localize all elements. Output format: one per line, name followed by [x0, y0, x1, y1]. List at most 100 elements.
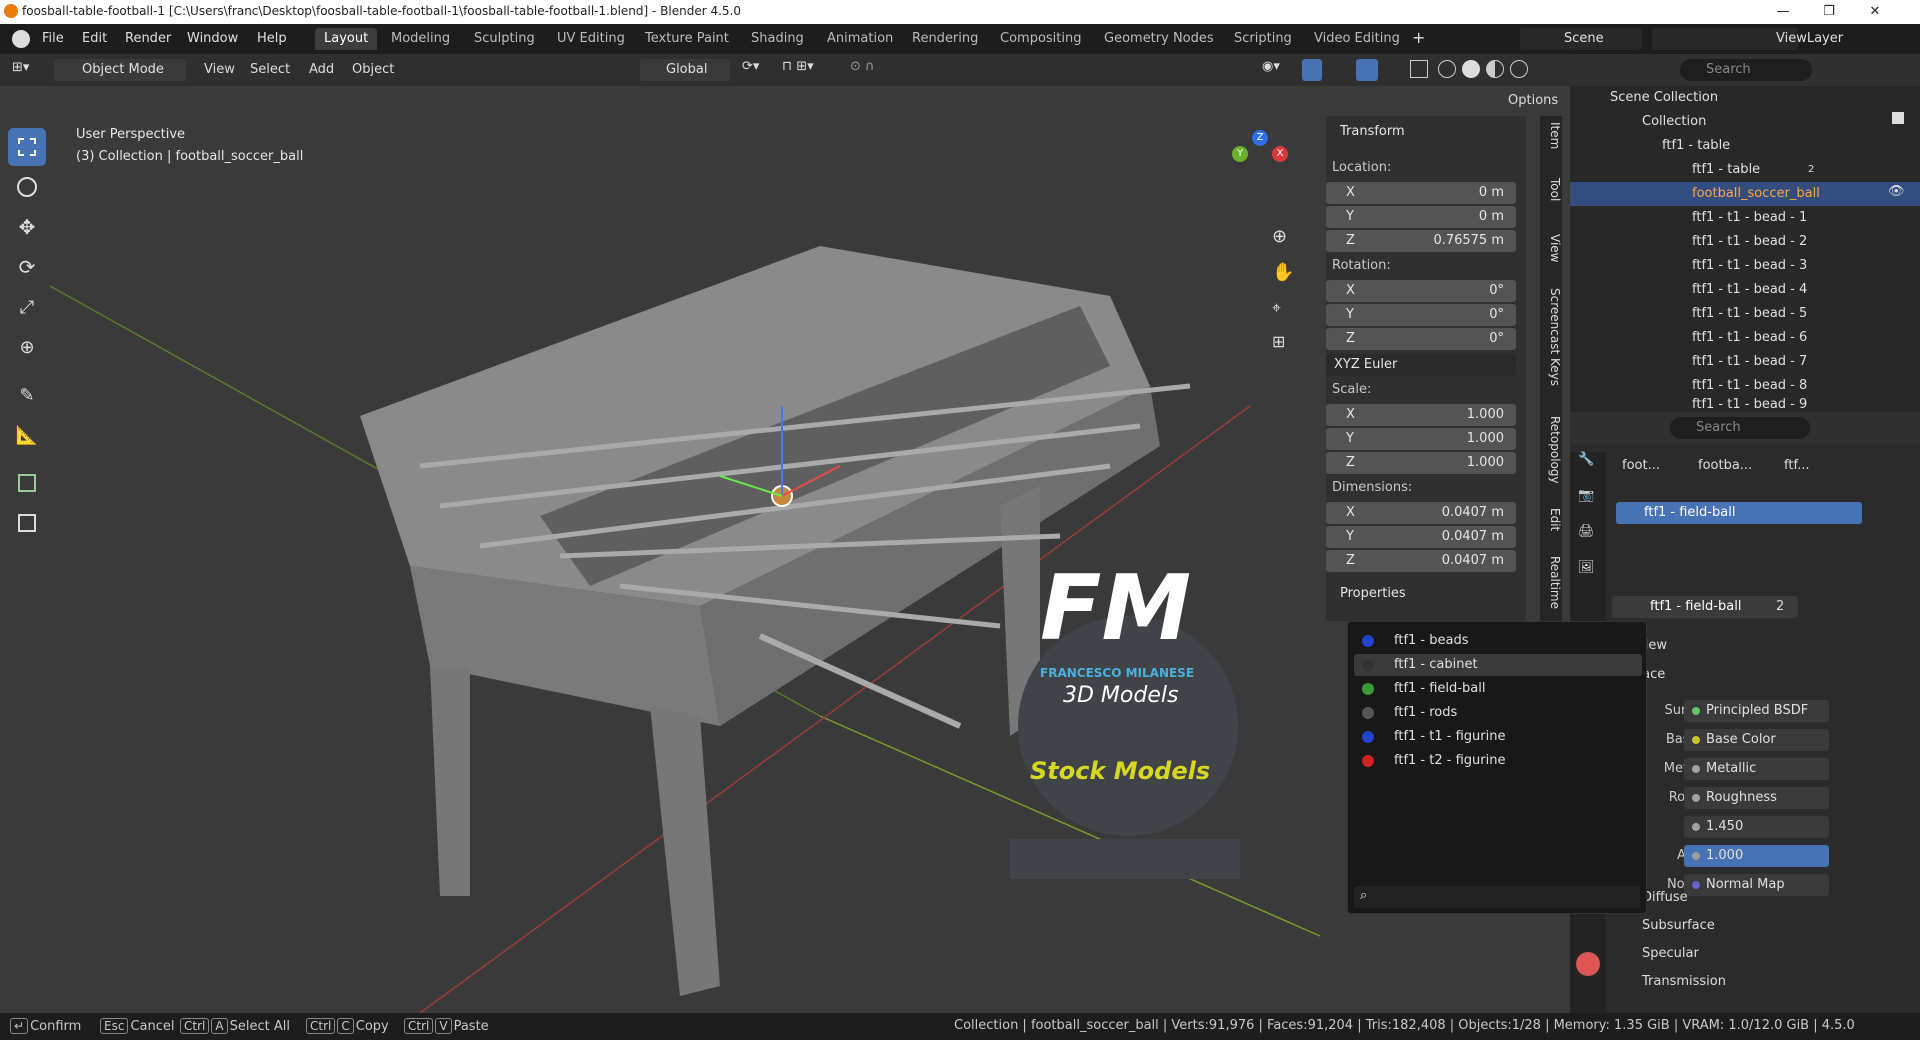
- gizmo-toggle-icon[interactable]: [1302, 59, 1322, 81]
- tab-geometry-nodes[interactable]: Geometry Nodes: [1095, 28, 1223, 50]
- proportional-edit-icon[interactable]: ⊙ ∩: [850, 59, 900, 81]
- menu-edit[interactable]: Edit: [82, 31, 107, 46]
- tab-retopology[interactable]: Retopology: [1540, 416, 1562, 484]
- material-list-item[interactable]: ftf1 - beads: [1354, 630, 1642, 652]
- outliner-row[interactable]: ftf1 - t1 - bead - 2: [1570, 230, 1920, 254]
- view-layer-tab-icon[interactable]: 🖼: [1578, 560, 1595, 575]
- snap-icon[interactable]: ⊓ ⊞▾: [782, 59, 832, 81]
- pivot-icon[interactable]: ⟳▾: [742, 59, 782, 81]
- socket-value-field[interactable]: Base Color: [1684, 729, 1829, 751]
- outliner-row[interactable]: ftf1 - t1 - bead - 1: [1570, 206, 1920, 230]
- outliner-search-input[interactable]: Search: [1680, 59, 1812, 81]
- menu-file[interactable]: File: [42, 31, 64, 46]
- outliner-row[interactable]: ftf1 - table: [1570, 158, 1920, 182]
- navigation-gizmo[interactable]: Z Y X: [1232, 130, 1288, 186]
- outliner-row-selected[interactable]: football_soccer_ball: [1570, 182, 1920, 206]
- add-workspace-icon[interactable]: +: [1412, 28, 1425, 47]
- material-list-item[interactable]: ftf1 - t1 - figurine: [1354, 726, 1642, 748]
- move-tool-icon[interactable]: ✥: [8, 208, 46, 246]
- render-tab-icon[interactable]: 📷: [1578, 488, 1594, 503]
- outliner-row[interactable]: ftf1 - t1 - bead - 8: [1570, 374, 1920, 398]
- menu-window[interactable]: Window: [187, 31, 238, 46]
- add-primitive-tool-icon[interactable]: ​: [8, 504, 46, 542]
- material-tab-icon[interactable]: [1576, 952, 1600, 976]
- dimensions-x-field[interactable]: X 0.0407 m: [1326, 502, 1516, 524]
- socket-value-field[interactable]: Roughness: [1684, 787, 1829, 809]
- socket-value-field[interactable]: Normal Map: [1684, 874, 1829, 896]
- material-list-item[interactable]: ftf1 - field-ball: [1354, 678, 1642, 700]
- rendered-shading-icon[interactable]: [1510, 60, 1528, 78]
- outliner-scene-collection[interactable]: Scene Collection: [1570, 86, 1920, 110]
- select-box-tool-icon[interactable]: [8, 128, 46, 166]
- header-menu-select[interactable]: Select: [244, 59, 296, 81]
- outliner-collection[interactable]: Collection: [1570, 110, 1920, 134]
- dimensions-y-field[interactable]: Y 0.0407 m: [1326, 526, 1516, 548]
- maximize-icon[interactable]: ❐: [1806, 0, 1852, 24]
- properties-search-input[interactable]: Search: [1670, 417, 1810, 439]
- properties-header[interactable]: Properties: [1340, 586, 1406, 601]
- annotate-tool-icon[interactable]: ✎: [8, 376, 46, 414]
- rotation-z-field[interactable]: Z 0°: [1326, 328, 1516, 350]
- location-z-field[interactable]: Z 0.76575 m: [1326, 230, 1516, 252]
- outliner-row[interactable]: ftf1 - t1 - bead - 4: [1570, 278, 1920, 302]
- scale-tool-icon[interactable]: ⤢: [8, 288, 46, 326]
- tab-view[interactable]: View: [1540, 234, 1562, 262]
- socket-value-field[interactable]: 1.000: [1684, 845, 1829, 867]
- menu-render[interactable]: Render: [125, 31, 171, 46]
- specular-section[interactable]: Specular: [1642, 946, 1699, 961]
- tab-compositing[interactable]: Compositing: [991, 28, 1091, 50]
- outliner-row[interactable]: ftf1 - t1 - bead - 7: [1570, 350, 1920, 374]
- transform-header[interactable]: Transform: [1340, 124, 1405, 139]
- scale-x-field[interactable]: X 1.000: [1326, 404, 1516, 426]
- tab-screencast-keys[interactable]: Screencast Keys: [1540, 288, 1562, 386]
- header-menu-object[interactable]: Object: [346, 59, 400, 81]
- tab-layout[interactable]: Layout: [315, 28, 378, 50]
- tab-uv-editing[interactable]: UV Editing: [548, 28, 634, 50]
- tab-shading[interactable]: Shading: [742, 28, 813, 50]
- material-list-item[interactable]: ftf1 - cabinet: [1354, 654, 1642, 676]
- subsurface-section[interactable]: Subsurface: [1642, 918, 1715, 933]
- tool-tab-icon[interactable]: 🔧: [1578, 452, 1594, 467]
- material-slot-item[interactable]: ftf1 - field-ball: [1616, 502, 1862, 524]
- transmission-section[interactable]: Transmission: [1642, 974, 1726, 989]
- location-y-field[interactable]: Y0 m: [1326, 206, 1516, 228]
- rotate-tool-icon[interactable]: ⟳: [8, 248, 46, 286]
- pan-hand-icon[interactable]: ✋: [1272, 262, 1294, 283]
- outliner-row[interactable]: ftf1 - table: [1570, 134, 1920, 158]
- tab-tool[interactable]: Tool: [1540, 178, 1562, 201]
- menu-help[interactable]: Help: [257, 31, 287, 46]
- close-icon[interactable]: ✕: [1852, 0, 1898, 24]
- minimize-icon[interactable]: —: [1760, 0, 1806, 24]
- rotation-x-field[interactable]: X 0°: [1326, 280, 1516, 302]
- rotation-mode-dropdown[interactable]: XYZ Euler: [1326, 354, 1516, 376]
- editor-type-icon[interactable]: ⊞▾: [12, 60, 46, 80]
- visibility-icon[interactable]: ◉▾: [1262, 59, 1302, 81]
- grid-view-icon[interactable]: ⊞: [1272, 332, 1285, 351]
- header-menu-view[interactable]: View: [198, 59, 241, 81]
- tab-sculpting[interactable]: Sculpting: [465, 28, 544, 50]
- tab-modeling[interactable]: Modeling: [382, 28, 459, 50]
- orientation-dropdown[interactable]: Global: [640, 59, 730, 81]
- eye-icon[interactable]: 👁: [1888, 184, 1905, 199]
- measure-tool-icon[interactable]: 📐: [8, 416, 46, 454]
- dimensions-z-field[interactable]: Z 0.0407 m: [1326, 550, 1516, 572]
- material-name-field[interactable]: ftf1 - field-ball: [1612, 596, 1798, 618]
- socket-value-field[interactable]: Metallic: [1684, 758, 1829, 780]
- material-list-item[interactable]: ftf1 - t2 - figurine: [1354, 750, 1642, 772]
- scale-z-field[interactable]: Z 1.000: [1326, 452, 1516, 474]
- wireframe-shading-icon[interactable]: [1438, 60, 1456, 78]
- add-cube-tool-icon[interactable]: ​: [8, 464, 46, 502]
- outliner-row[interactable]: ftf1 - t1 - bead - 6: [1570, 326, 1920, 350]
- cursor-tool-icon[interactable]: [8, 168, 46, 206]
- tab-item[interactable]: Item: [1540, 122, 1562, 149]
- rotation-y-field[interactable]: Y 0°: [1326, 304, 1516, 326]
- outliner-row[interactable]: ftf1 - t1 - bead - 3: [1570, 254, 1920, 278]
- scale-y-field[interactable]: Y 1.000: [1326, 428, 1516, 450]
- tab-animation[interactable]: Animation: [818, 28, 902, 50]
- solid-shading-icon[interactable]: [1462, 60, 1480, 78]
- blender-menu-icon[interactable]: [12, 30, 30, 48]
- popup-search-input[interactable]: ⌕: [1354, 886, 1640, 908]
- socket-value-field[interactable]: Principled BSDF: [1684, 700, 1829, 722]
- tab-scripting[interactable]: Scripting: [1225, 28, 1301, 50]
- location-x-field[interactable]: X0 m: [1326, 182, 1516, 204]
